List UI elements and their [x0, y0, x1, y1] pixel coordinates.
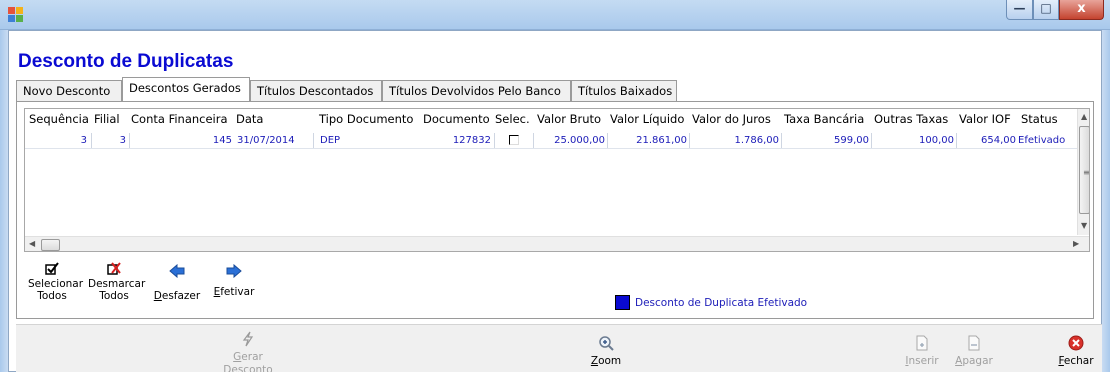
cell-divider — [956, 133, 957, 148]
select-all-label-line1: Selecionar — [28, 278, 84, 290]
tab-titulos-devolvidos[interactable]: Títulos Devolvidos Pelo Banco — [382, 80, 571, 101]
cell-documento[interactable]: 127832 — [423, 133, 491, 148]
cell-filial[interactable]: 3 — [93, 133, 126, 148]
cell-taxa-bancaria[interactable]: 599,00 — [783, 133, 869, 148]
page-title: Desconto de Duplicatas — [18, 51, 234, 72]
cell-conta-financeira[interactable]: 145 — [131, 133, 232, 148]
column-header[interactable]: Selec. — [495, 112, 530, 126]
close-icon: x — [1077, 1, 1086, 16]
insert-doc-icon — [902, 335, 942, 355]
zoom-label: Zoom — [590, 355, 622, 367]
column-header[interactable]: Valor Bruto — [537, 112, 601, 126]
delete-doc-icon — [952, 335, 996, 355]
vertical-scroll-thumb[interactable]: ≡ — [1079, 126, 1090, 214]
arrow-right-icon — [210, 263, 258, 280]
minimize-button[interactable]: — — [1006, 0, 1033, 20]
vertical-scrollbar[interactable]: ▲ ≡ ▼ — [1077, 109, 1090, 235]
column-header[interactable]: Data — [236, 112, 263, 126]
maximize-icon: □ — [1040, 1, 1052, 15]
tab-novo-desconto[interactable]: Novo Desconto — [16, 80, 122, 101]
cell-valor-juros[interactable]: 1.786,00 — [691, 133, 779, 148]
cell-valor-liquido[interactable]: 21.861,00 — [609, 133, 687, 148]
close-button[interactable]: Fechar — [1054, 335, 1098, 368]
select-all-label-line2: Todos — [37, 290, 67, 302]
bottom-action-bar: Gerar Desconto Zoom Inserir Apagar Fecha… — [16, 324, 1102, 372]
cell-divider — [607, 133, 608, 148]
zoom-icon — [586, 335, 626, 355]
column-header[interactable]: Filial — [94, 112, 120, 126]
scroll-down-icon[interactable]: ▼ — [1081, 221, 1087, 230]
delete-label: Apagar — [955, 355, 993, 367]
tab-titulos-baixados[interactable]: Títulos Baixados — [571, 80, 677, 101]
column-header[interactable]: Valor Líquido — [610, 112, 684, 126]
column-header[interactable]: Sequência — [29, 112, 89, 126]
cell-divider — [533, 133, 534, 148]
unselect-all-label-line1: Desmarcar — [88, 278, 146, 290]
horizontal-scrollbar[interactable]: ◀ ▶ — [25, 236, 1089, 251]
insert-button[interactable]: Inserir — [902, 335, 942, 368]
cell-divider — [494, 133, 495, 148]
cell-divider — [313, 133, 314, 148]
undo-label: Desfazer — [153, 290, 201, 302]
column-header[interactable]: Status — [1021, 112, 1058, 126]
cell-divider — [781, 133, 782, 148]
cell-divider — [91, 133, 92, 148]
cell-divider — [871, 133, 872, 148]
scroll-left-icon[interactable]: ◀ — [29, 239, 35, 248]
window-close-button[interactable]: x — [1059, 0, 1104, 20]
select-checkbox[interactable] — [509, 135, 519, 145]
generate-label-line2: Desconto — [223, 364, 273, 372]
close-circle-icon — [1054, 335, 1098, 355]
cell-sequencia[interactable]: 3 — [29, 133, 87, 148]
cell-divider — [129, 133, 130, 148]
app-icon[interactable] — [8, 7, 24, 23]
cell-outras-taxas[interactable]: 100,00 — [873, 133, 954, 148]
tab-descontos-gerados[interactable]: Descontos Gerados — [122, 77, 250, 101]
checkbox-checked-icon — [28, 262, 76, 278]
column-header[interactable]: Taxa Bancária — [784, 112, 864, 126]
column-header[interactable]: Outras Taxas — [874, 112, 948, 126]
cell-data[interactable]: 31/07/2014 — [237, 133, 315, 148]
legend-swatch — [615, 295, 630, 310]
discounts-grid[interactable]: Sequência Filial Conta Financeira Data T… — [24, 108, 1090, 252]
window-titlebar: — □ x — [0, 0, 1110, 30]
grip-icon: ≡ — [1083, 168, 1090, 177]
undo-button[interactable]: Desfazer — [152, 263, 202, 302]
delete-button[interactable]: Apagar — [952, 335, 996, 368]
window-frame-right — [1102, 30, 1110, 372]
close-label: Fechar — [1058, 355, 1094, 367]
horizontal-scroll-thumb[interactable] — [41, 239, 60, 251]
cell-valor-iof[interactable]: 654,00 — [958, 133, 1016, 148]
generate-discount-button[interactable]: Gerar Desconto — [216, 331, 280, 372]
column-header[interactable]: Conta Financeira — [131, 112, 228, 126]
scroll-right-icon[interactable]: ▶ — [1073, 239, 1079, 248]
arrow-left-icon — [152, 263, 202, 280]
maximize-button[interactable]: □ — [1033, 0, 1059, 20]
cell-status[interactable]: Efetivado — [1018, 133, 1076, 148]
minimize-icon: — — [1013, 1, 1026, 15]
cell-valor-bruto[interactable]: 25.000,00 — [535, 133, 605, 148]
tab-titulos-descontados[interactable]: Títulos Descontados — [250, 80, 382, 101]
unselect-all-button[interactable]: Desmarcar Todos — [88, 262, 146, 302]
checkbox-uncheck-icon — [88, 262, 140, 278]
zoom-button[interactable]: Zoom — [586, 335, 626, 368]
apply-label: Efetivar — [213, 286, 255, 298]
unselect-all-label-line2: Todos — [99, 290, 129, 302]
column-header[interactable]: Documento — [423, 112, 490, 126]
column-header[interactable]: Valor IOF — [959, 112, 1011, 126]
generate-label-line1: Gerar — [233, 351, 263, 363]
select-all-button[interactable]: Selecionar Todos — [28, 262, 84, 302]
column-header[interactable]: Tipo Documento — [319, 112, 413, 126]
window-frame-left — [0, 30, 8, 372]
row-divider — [25, 148, 1077, 149]
apply-button[interactable]: Efetivar — [210, 263, 258, 298]
column-header[interactable]: Valor do Juros — [692, 112, 771, 126]
legend-text: Desconto de Duplicata Efetivado — [635, 297, 808, 309]
scroll-up-icon[interactable]: ▲ — [1081, 112, 1087, 121]
insert-label: Inserir — [905, 355, 939, 367]
cell-divider — [689, 133, 690, 148]
lightning-icon — [216, 331, 280, 351]
cell-tipo-documento[interactable]: DEP — [320, 133, 420, 148]
